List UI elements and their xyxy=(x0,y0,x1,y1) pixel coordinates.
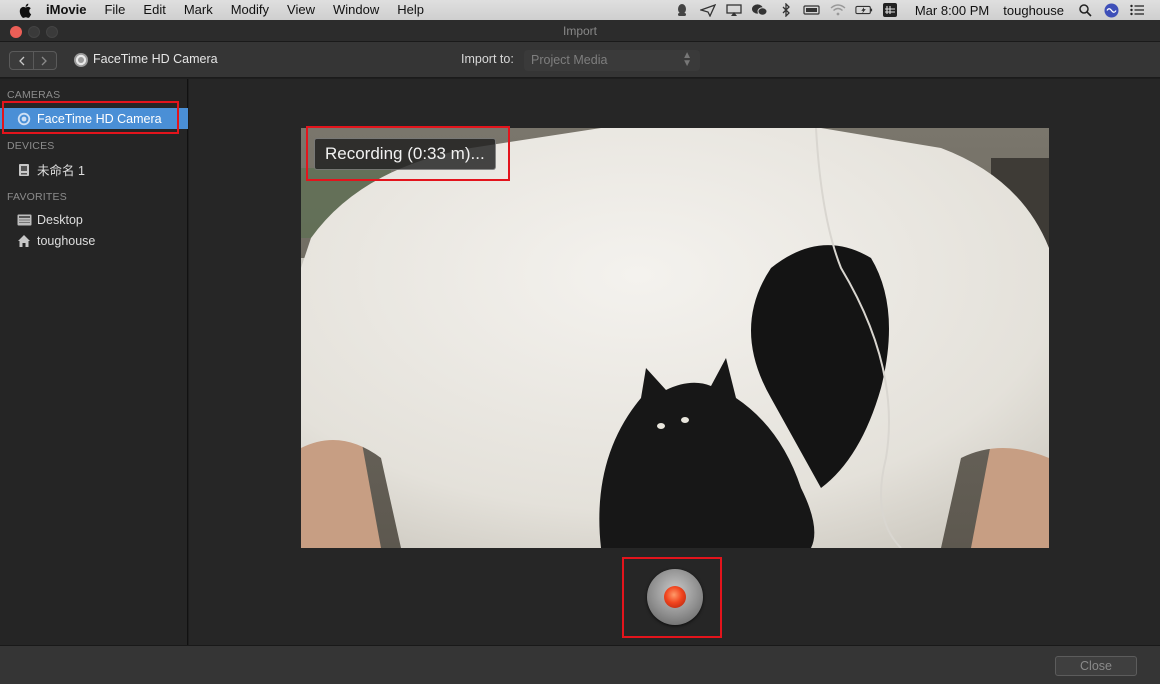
menu-modify[interactable]: Modify xyxy=(231,0,269,20)
wechat-icon[interactable] xyxy=(751,3,769,17)
import-toolbar: FaceTime HD Camera Import to: Project Me… xyxy=(0,42,1160,78)
devices-header: DEVICES xyxy=(7,140,55,152)
siri-icon[interactable] xyxy=(1102,3,1120,17)
chevron-right-icon xyxy=(41,56,48,65)
annotation-box-record-button xyxy=(622,557,722,638)
battery-icon[interactable] xyxy=(803,3,821,17)
sidebar-item-label: 未命名 1 xyxy=(37,164,85,178)
menu-help[interactable]: Help xyxy=(397,0,424,20)
favorites-header: FAVORITES xyxy=(7,191,67,203)
qq-icon[interactable] xyxy=(673,3,691,17)
up-down-chevron-icon: ▲ ▼ xyxy=(682,50,692,69)
airplay-icon[interactable] xyxy=(725,3,743,17)
desktop-icon xyxy=(16,212,32,228)
sidebar-item-device[interactable]: 未命名 1 xyxy=(0,159,188,180)
menubar-clock[interactable]: Mar 8:00 PM xyxy=(915,3,989,18)
bluetooth-icon[interactable] xyxy=(777,3,795,17)
forward-button[interactable] xyxy=(34,52,57,69)
sidebar-item-desktop[interactable]: Desktop xyxy=(0,209,188,230)
window-title-bar: Import xyxy=(0,20,1160,42)
camera-icon xyxy=(73,52,89,68)
menu-edit[interactable]: Edit xyxy=(143,0,165,20)
sidebar-item-home[interactable]: toughouse xyxy=(0,230,188,251)
annotation-box-recording-status xyxy=(306,126,510,181)
close-button[interactable]: Close xyxy=(1055,656,1137,676)
input-method-icon[interactable] xyxy=(881,3,899,17)
selected-camera-title: FaceTime HD Camera xyxy=(93,52,218,66)
menu-app-imovie[interactable]: iMovie xyxy=(46,0,86,20)
back-button[interactable] xyxy=(10,52,34,69)
import-to-value: Project Media xyxy=(531,53,608,67)
annotation-box-camera-item xyxy=(2,101,179,134)
back-forward-control xyxy=(9,51,57,70)
import-sidebar: CAMERAS FaceTime HD Camera DEVICES 未命名 1… xyxy=(0,79,188,645)
cameras-header: CAMERAS xyxy=(7,89,61,101)
import-to-label: Import to: xyxy=(461,52,514,66)
menu-view[interactable]: View xyxy=(287,0,315,20)
sidebar-item-label: Desktop xyxy=(37,212,83,227)
macos-menu-bar: iMovie File Edit Mark Modify View Window… xyxy=(0,0,1160,20)
menu-window[interactable]: Window xyxy=(333,0,379,20)
send-icon[interactable] xyxy=(699,3,717,17)
wifi-icon[interactable] xyxy=(829,3,847,17)
menu-mark[interactable]: Mark xyxy=(184,0,213,20)
window-title: Import xyxy=(562,24,597,38)
notification-center-icon[interactable] xyxy=(1128,3,1146,17)
apple-icon[interactable] xyxy=(18,3,32,18)
sidebar-item-label: toughouse xyxy=(37,233,96,248)
disk-icon xyxy=(16,162,32,178)
menu-file[interactable]: File xyxy=(104,0,125,20)
camera-preview: Recording (0:33 m)... xyxy=(301,128,1049,548)
chevron-left-icon xyxy=(18,56,25,65)
menubar-user[interactable]: toughouse xyxy=(1003,3,1064,18)
search-icon[interactable] xyxy=(1076,3,1094,17)
home-icon xyxy=(16,233,32,249)
import-footer: Close xyxy=(0,645,1160,684)
charging-icon[interactable] xyxy=(855,3,873,17)
import-to-select[interactable]: Project Media ▲ ▼ xyxy=(524,50,700,71)
camera-feed-image xyxy=(301,128,1049,548)
menubar-status-area: Mar 8:00 PM toughouse xyxy=(673,0,1160,20)
